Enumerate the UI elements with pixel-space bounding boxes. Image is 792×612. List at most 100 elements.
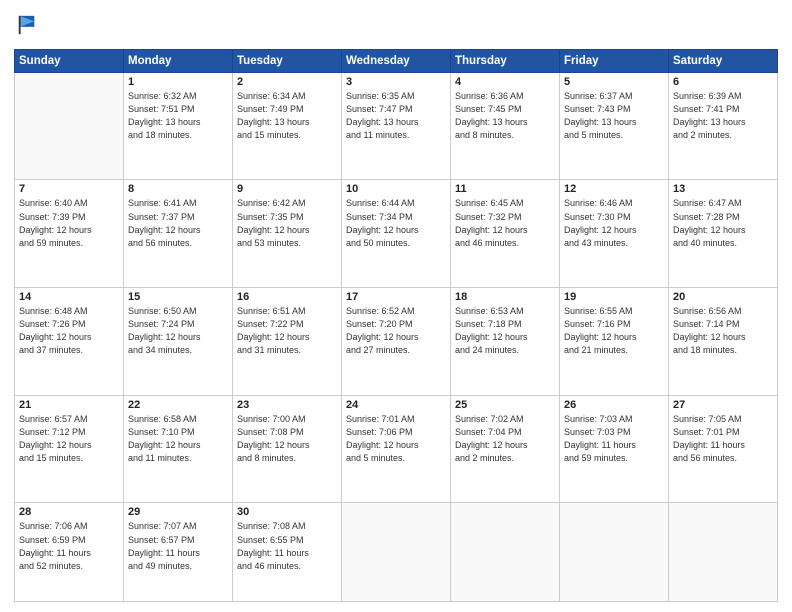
calendar-cell: 14 Sunrise: 6:48 AMSunset: 7:26 PMDayligh… [15,288,124,396]
calendar-cell [451,503,560,602]
day-number: 10 [346,183,446,195]
day-info: Sunrise: 6:35 AMSunset: 7:47 PMDaylight:… [346,90,446,142]
weekday-header-wednesday: Wednesday [342,49,451,72]
day-number: 26 [564,399,664,411]
day-number: 19 [564,291,664,303]
calendar-cell: 19Sunrise: 6:55 AMSunset: 7:16 PMDayligh… [560,288,669,396]
page-header [14,10,778,41]
day-info: Sunrise: 7:03 AMSunset: 7:03 PMDaylight:… [564,413,664,465]
day-number: 7 [19,183,119,195]
day-info: Sunrise: 7:01 AMSunset: 7:06 PMDaylight:… [346,413,446,465]
calendar-week-row: 28Sunrise: 7:06 AMSunset: 6:59 PMDayligh… [15,503,778,602]
calendar-cell: 2Sunrise: 6:34 AMSunset: 7:49 PMDaylight… [233,72,342,180]
day-info: Sunrise: 6:51 AMSunset: 7:22 PMDaylight:… [237,305,337,357]
weekday-header-tuesday: Tuesday [233,49,342,72]
calendar-cell: 24 Sunrise: 7:01 AMSunset: 7:06 PMDayligh… [342,395,451,503]
weekday-header-friday: Friday [560,49,669,72]
calendar-week-row: 1 Sunrise: 6:32 AMSunset: 7:51 PMDaylight… [15,72,778,180]
calendar-cell: 27 Sunrise: 7:05 AMSunset: 7:01 PMDayligh… [669,395,778,503]
day-number: 6 [673,76,773,88]
calendar-cell [15,72,124,180]
calendar-table: SundayMondayTuesdayWednesdayThursdayFrid… [14,49,778,602]
day-number: 9 [237,183,337,195]
calendar-cell: 9 Sunrise: 6:42 AMSunset: 7:35 PMDaylight… [233,180,342,288]
calendar-cell: 13Sunrise: 6:47 AMSunset: 7:28 PMDayligh… [669,180,778,288]
calendar-page: SundayMondayTuesdayWednesdayThursdayFrid… [0,0,792,612]
weekday-header-row: SundayMondayTuesdayWednesdayThursdayFrid… [15,49,778,72]
calendar-cell: 20 Sunrise: 6:56 AMSunset: 7:14 PMDayligh… [669,288,778,396]
day-info: Sunrise: 7:02 AMSunset: 7:04 PMDaylight:… [455,413,555,465]
day-info: Sunrise: 6:44 AMSunset: 7:34 PMDaylight:… [346,197,446,249]
day-number: 8 [128,183,228,195]
calendar-cell: 8Sunrise: 6:41 AMSunset: 7:37 PMDaylight… [124,180,233,288]
day-number: 16 [237,291,337,303]
calendar-cell: 11Sunrise: 6:45 AMSunset: 7:32 PMDayligh… [451,180,560,288]
day-number: 21 [19,399,119,411]
weekday-header-saturday: Saturday [669,49,778,72]
day-number: 30 [237,506,337,518]
calendar-cell: 21 Sunrise: 6:57 AMSunset: 7:12 PMDayligh… [15,395,124,503]
day-number: 3 [346,76,446,88]
day-info: Sunrise: 6:50 AMSunset: 7:24 PMDaylight:… [128,305,228,357]
day-info: Sunrise: 6:57 AMSunset: 7:12 PMDaylight:… [19,413,119,465]
day-number: 1 [128,76,228,88]
day-info: Sunrise: 6:45 AMSunset: 7:32 PMDaylight:… [455,197,555,249]
day-info: Sunrise: 6:52 AMSunset: 7:20 PMDaylight:… [346,305,446,357]
day-number: 14 [19,291,119,303]
weekday-header-monday: Monday [124,49,233,72]
day-number: 22 [128,399,228,411]
day-info: Sunrise: 6:36 AMSunset: 7:45 PMDaylight:… [455,90,555,142]
calendar-cell: 5 Sunrise: 6:37 AMSunset: 7:43 PMDaylight… [560,72,669,180]
calendar-cell: 23 Sunrise: 7:00 AMSunset: 7:08 PMDayligh… [233,395,342,503]
day-info: Sunrise: 6:39 AMSunset: 7:41 PMDaylight:… [673,90,773,142]
weekday-header-sunday: Sunday [15,49,124,72]
day-info: Sunrise: 6:48 AMSunset: 7:26 PMDaylight:… [19,305,119,357]
calendar-cell [669,503,778,602]
calendar-week-row: 14 Sunrise: 6:48 AMSunset: 7:26 PMDayligh… [15,288,778,396]
calendar-cell: 3 Sunrise: 6:35 AMSunset: 7:47 PMDaylight… [342,72,451,180]
day-info: Sunrise: 6:42 AMSunset: 7:35 PMDaylight:… [237,197,337,249]
day-number: 5 [564,76,664,88]
day-number: 15 [128,291,228,303]
logo [14,14,38,41]
calendar-cell: 12 Sunrise: 6:46 AMSunset: 7:30 PMDayligh… [560,180,669,288]
day-info: Sunrise: 7:07 AMSunset: 6:57 PMDaylight:… [128,520,228,572]
day-number: 24 [346,399,446,411]
calendar-cell: 29Sunrise: 7:07 AMSunset: 6:57 PMDayligh… [124,503,233,602]
day-number: 4 [455,76,555,88]
day-number: 23 [237,399,337,411]
calendar-cell [560,503,669,602]
day-number: 20 [673,291,773,303]
day-info: Sunrise: 6:32 AMSunset: 7:51 PMDaylight:… [128,90,228,142]
day-number: 12 [564,183,664,195]
day-info: Sunrise: 6:58 AMSunset: 7:10 PMDaylight:… [128,413,228,465]
calendar-cell [342,503,451,602]
day-info: Sunrise: 6:46 AMSunset: 7:30 PMDaylight:… [564,197,664,249]
day-info: Sunrise: 6:37 AMSunset: 7:43 PMDaylight:… [564,90,664,142]
day-info: Sunrise: 6:56 AMSunset: 7:14 PMDaylight:… [673,305,773,357]
calendar-cell: 10 Sunrise: 6:44 AMSunset: 7:34 PMDayligh… [342,180,451,288]
day-info: Sunrise: 6:34 AMSunset: 7:49 PMDaylight:… [237,90,337,142]
calendar-cell: 25 Sunrise: 7:02 AMSunset: 7:04 PMDayligh… [451,395,560,503]
calendar-cell: 4 Sunrise: 6:36 AMSunset: 7:45 PMDaylight… [451,72,560,180]
calendar-cell: 28Sunrise: 7:06 AMSunset: 6:59 PMDayligh… [15,503,124,602]
calendar-cell: 1 Sunrise: 6:32 AMSunset: 7:51 PMDaylight… [124,72,233,180]
day-info: Sunrise: 7:05 AMSunset: 7:01 PMDaylight:… [673,413,773,465]
day-info: Sunrise: 7:00 AMSunset: 7:08 PMDaylight:… [237,413,337,465]
calendar-cell: 30Sunrise: 7:08 AMSunset: 6:55 PMDayligh… [233,503,342,602]
day-number: 17 [346,291,446,303]
day-info: Sunrise: 6:53 AMSunset: 7:18 PMDaylight:… [455,305,555,357]
day-info: Sunrise: 6:47 AMSunset: 7:28 PMDaylight:… [673,197,773,249]
day-number: 25 [455,399,555,411]
day-info: Sunrise: 6:40 AMSunset: 7:39 PMDaylight:… [19,197,119,249]
calendar-cell: 18 Sunrise: 6:53 AMSunset: 7:18 PMDayligh… [451,288,560,396]
day-number: 27 [673,399,773,411]
day-number: 18 [455,291,555,303]
logo-flag-icon [16,14,38,36]
calendar-cell: 16 Sunrise: 6:51 AMSunset: 7:22 PMDayligh… [233,288,342,396]
calendar-cell: 17 Sunrise: 6:52 AMSunset: 7:20 PMDayligh… [342,288,451,396]
calendar-cell: 15 Sunrise: 6:50 AMSunset: 7:24 PMDayligh… [124,288,233,396]
calendar-cell: 26 Sunrise: 7:03 AMSunset: 7:03 PMDayligh… [560,395,669,503]
calendar-cell: 22 Sunrise: 6:58 AMSunset: 7:10 PMDayligh… [124,395,233,503]
calendar-week-row: 7 Sunrise: 6:40 AMSunset: 7:39 PMDaylight… [15,180,778,288]
